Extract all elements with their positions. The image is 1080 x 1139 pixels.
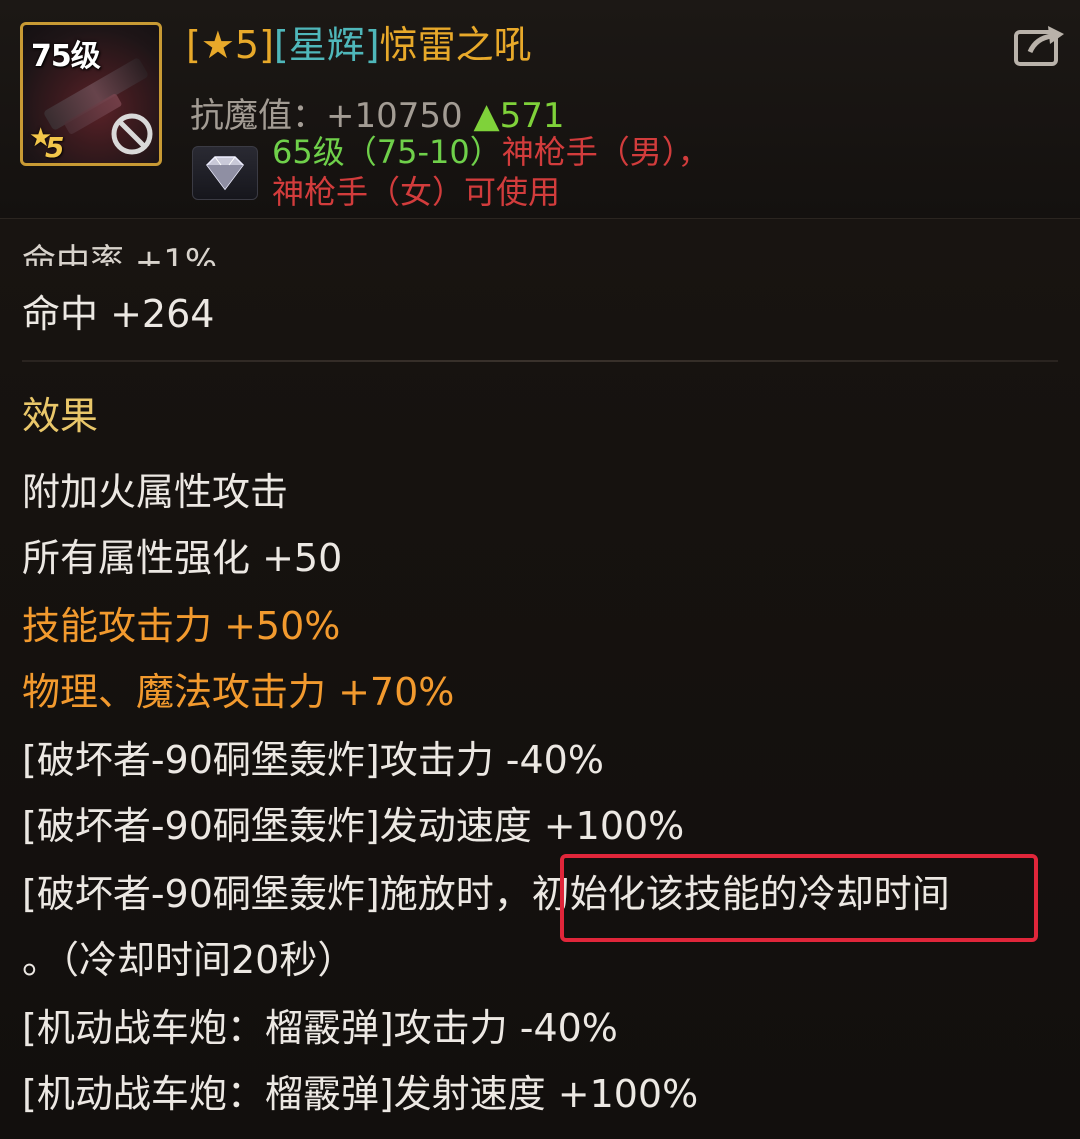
highlight-box bbox=[560, 854, 1038, 942]
no-trade-icon bbox=[111, 113, 153, 155]
star-rank-badge: ★ 5 bbox=[29, 123, 73, 163]
share-icon[interactable] bbox=[1012, 22, 1068, 70]
star-rank-number: 5 bbox=[45, 131, 65, 164]
hit-rate-stat: 命中率 +1% bbox=[22, 242, 218, 266]
effects-heading: 效果 bbox=[22, 394, 99, 438]
hit-stat: 命中 +264 bbox=[22, 292, 215, 336]
required-class-1: 神枪手（男）， bbox=[501, 133, 710, 171]
effect-line-emphasis: 技能攻击力 +50% bbox=[22, 604, 341, 648]
anti-magic-stat: 抗魔值：+10750 ▲571 bbox=[190, 96, 565, 136]
item-title: [★5][星辉]惊雷之吼 bbox=[186, 22, 532, 68]
effect-line: 所有属性强化 +50 bbox=[22, 536, 343, 580]
effect-line: 附加火属性攻击 bbox=[22, 470, 289, 514]
item-name: 惊雷之吼 bbox=[379, 23, 532, 67]
effect-line: [破坏者-90硐堡轰炸]攻击力 -40% bbox=[22, 738, 604, 782]
effect-line: 。（冷却时间20秒） bbox=[22, 938, 356, 982]
requirement-line-1: 65级（75-10）神枪手（男）， bbox=[272, 132, 710, 172]
item-rarity-tag: [★5] bbox=[186, 23, 274, 67]
section-divider bbox=[22, 360, 1058, 362]
gem-icon bbox=[192, 146, 258, 200]
anti-magic-value: 抗魔值：+10750 bbox=[190, 96, 463, 136]
item-tooltip: 75级 ★ 5 [★5][星辉]惊雷之吼 抗魔值：+10750 ▲571 65级… bbox=[0, 0, 1080, 1139]
effect-line: [机动战车炮：榴霰弹]发射速度 +100% bbox=[22, 1072, 699, 1116]
effect-line-emphasis: 物理、魔法攻击力 +70% bbox=[22, 670, 455, 714]
diamond-icon bbox=[206, 156, 244, 191]
effect-line: [机动战车炮：榴霰弹]攻击力 -40% bbox=[22, 1006, 618, 1050]
item-series-tag: [星辉] bbox=[273, 23, 380, 67]
required-class-2: 神枪手（女）可使用 bbox=[272, 173, 561, 211]
item-icon[interactable]: 75级 ★ 5 bbox=[20, 22, 162, 166]
required-level: 65级（75-10） bbox=[272, 133, 502, 171]
item-header: 75级 ★ 5 [★5][星辉]惊雷之吼 抗魔值：+10750 ▲571 65级… bbox=[0, 0, 1080, 219]
usage-requirements: 65级（75-10）神枪手（男）， 神枪手（女）可使用 bbox=[272, 132, 710, 212]
requirement-line-2: 神枪手（女）可使用 bbox=[272, 172, 710, 212]
anti-magic-delta: ▲571 bbox=[473, 96, 565, 136]
effect-line: [破坏者-90硐堡轰炸]发动速度 +100% bbox=[22, 804, 685, 848]
level-badge: 75级 bbox=[31, 39, 101, 74]
